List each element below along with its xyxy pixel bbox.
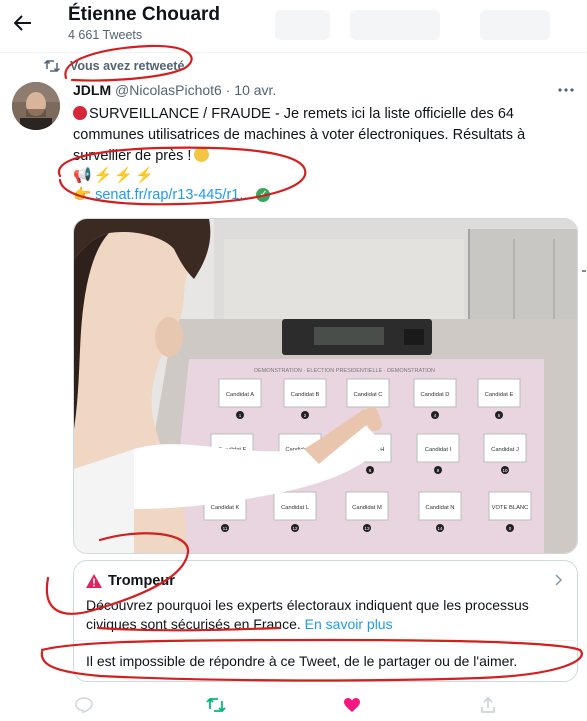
tweet-text: SURVEILLANCE / FRAUDE - Je remets ici la… [73, 104, 573, 167]
notice-chevron[interactable] [555, 573, 563, 591]
warning-icon [86, 574, 102, 588]
banner-text: DEMONSTRATION · ELECTION PRESIDENTIELLE … [254, 368, 435, 374]
retweet-icon [206, 697, 226, 713]
tweet-media[interactable]: DEMONSTRATION · ELECTION PRESIDENTIELLE … [73, 218, 578, 554]
ballot-label: Candidat M [352, 505, 382, 511]
reply-button[interactable] [73, 694, 95, 716]
avatar[interactable] [12, 82, 60, 130]
ballot-number: 11 [223, 526, 228, 531]
tweet-link-row: 👉 senat.fr/rap/r13-445/r1... ✓ [73, 186, 271, 203]
ballot-label: Candidat K [211, 505, 240, 511]
ballot-number: 13 [364, 526, 370, 531]
author-name[interactable]: JDLM [73, 82, 111, 98]
profile-header: Étienne Chouard 4 661 Tweets [0, 0, 587, 52]
reply-icon [75, 697, 93, 713]
notice-heading: Trompeur [86, 573, 175, 589]
pointing-hand-icon: 👉 [73, 187, 92, 203]
back-button[interactable] [8, 8, 38, 38]
header-divider [0, 52, 587, 53]
tweet-body: SURVEILLANCE / FRAUDE - Je remets ici la… [73, 106, 526, 164]
profile-name: Étienne Chouard [68, 4, 221, 25]
misleading-notice[interactable]: Trompeur Découvrez pourquoi les experts … [73, 560, 578, 682]
notice-body: Découvrez pourquoi les experts électorau… [86, 596, 566, 634]
back-arrow-icon [14, 15, 31, 31]
ballot-label: Candidat I [425, 447, 452, 453]
voting-machine-photo: DEMONSTRATION · ELECTION PRESIDENTIELLE … [74, 219, 577, 553]
chevron-right-icon [555, 574, 563, 586]
ballot-number: 14 [437, 526, 443, 531]
tweet-link[interactable]: senat.fr/rap/r13-445/r1... [95, 187, 251, 203]
learn-more-link[interactable]: En savoir plus [305, 616, 393, 632]
more-options-button[interactable] [557, 80, 575, 98]
restriction-text: Il est impossible de répondre à ce Tweet… [86, 653, 518, 669]
retweet-icon [44, 59, 60, 73]
blurred-area [275, 10, 330, 40]
tweet-actions [73, 694, 513, 716]
face-emoji-icon [194, 147, 210, 162]
heart-icon [344, 698, 360, 712]
ballot-label: Candidat C [353, 392, 382, 398]
ballot-number: 12 [292, 526, 298, 531]
ballot-label: Candidat N [425, 505, 454, 511]
tweet-date[interactable]: 10 avr. [234, 82, 276, 98]
edge-mark [582, 270, 586, 272]
blurred-area [350, 10, 440, 40]
emoji-line: 📢⚡⚡⚡ [73, 167, 156, 184]
ballot-label: VOTE BLANC [492, 505, 529, 511]
notice-divider [74, 640, 577, 641]
tweet-author-line: JDLM @NicolasPichot6 · 10 avr. [73, 82, 276, 98]
more-icon [558, 88, 574, 92]
retweet-button[interactable] [205, 694, 227, 716]
meta-separator: · [221, 82, 235, 98]
share-icon [481, 696, 495, 713]
tweet-count: 4 661 Tweets [68, 28, 143, 42]
ballot-label: Candidat D [420, 392, 449, 398]
share-button[interactable] [477, 694, 499, 716]
red-circle-icon [73, 106, 87, 120]
blurred-area [480, 10, 550, 40]
ballot-label: Candidat B [291, 392, 320, 398]
notice-title: Trompeur [108, 573, 175, 589]
ballot-number: 10 [502, 468, 508, 473]
check-icon: ✓ [256, 187, 271, 202]
author-handle[interactable]: @NicolasPichot6 [115, 82, 222, 98]
ballot-label: Candidat E [485, 392, 514, 398]
ballot-label: Candidat A [226, 392, 254, 398]
ballot-label: Candidat L [281, 505, 310, 511]
retweet-context: Vous avez retweeté [44, 59, 184, 73]
ballot-label: Candidat J [491, 447, 519, 453]
like-button[interactable] [341, 694, 363, 716]
avatar-image [12, 82, 60, 130]
retweet-label: Vous avez retweeté [70, 59, 185, 73]
